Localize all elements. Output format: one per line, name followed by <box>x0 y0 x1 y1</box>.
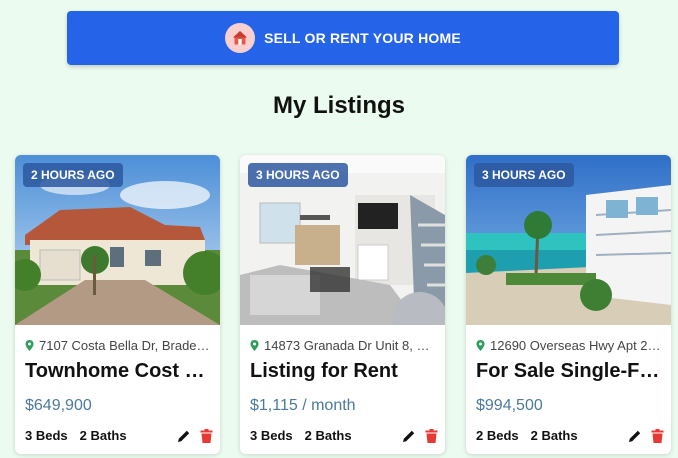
baths-count: 2 Baths <box>530 428 578 443</box>
listing-address: 7107 Costa Bella Dr, Bradenton <box>25 338 213 353</box>
time-badge: 2 HOURS AGO <box>23 163 123 187</box>
edit-button[interactable] <box>176 428 192 444</box>
house-icon <box>225 23 256 53</box>
listing-title[interactable]: For Sale Single-Family Home <box>476 360 666 383</box>
beds-count: 2 Beds <box>476 428 519 443</box>
page-title: My Listings <box>272 92 405 119</box>
trash-icon <box>651 429 663 443</box>
trash-icon <box>425 429 437 443</box>
beds-count: 3 Beds <box>25 428 68 443</box>
listing-address: 12690 Overseas Hwy Apt 2, Marathon <box>476 338 664 353</box>
baths-count: 2 Baths <box>304 428 352 443</box>
listing-card[interactable]: 3 HOURS AGO 12690 Overseas Hwy Apt 2, Ma… <box>466 155 671 454</box>
listing-features: 2 Beds 2 Baths <box>476 428 590 443</box>
listing-actions <box>170 428 214 444</box>
location-pin-icon <box>250 340 259 351</box>
sell-or-rent-button[interactable]: SELL OR RENT YOUR HOME <box>67 11 619 65</box>
delete-button[interactable] <box>423 428 439 444</box>
listing-features: 3 Beds 2 Baths <box>25 428 139 443</box>
time-badge: 3 HOURS AGO <box>248 163 348 187</box>
pencil-icon <box>403 430 415 442</box>
trash-icon <box>200 429 212 443</box>
location-pin-icon <box>25 340 34 351</box>
listing-title[interactable]: Townhome Cost Bella <box>25 360 215 383</box>
listing-features: 3 Beds 2 Baths <box>250 428 364 443</box>
listing-actions <box>621 428 665 444</box>
sell-or-rent-label: SELL OR RENT YOUR HOME <box>264 30 461 46</box>
delete-button[interactable] <box>198 428 214 444</box>
pencil-icon <box>178 430 190 442</box>
location-pin-icon <box>476 340 485 351</box>
listing-actions <box>395 428 439 444</box>
pencil-icon <box>629 430 641 442</box>
address-text: 7107 Costa Bella Dr, Bradenton <box>39 338 213 353</box>
beds-count: 3 Beds <box>250 428 293 443</box>
listing-price: $994,500 <box>476 397 543 414</box>
address-text: 14873 Granada Dr Unit 8, Naples <box>264 338 438 353</box>
listing-title[interactable]: Listing for Rent <box>250 360 440 383</box>
listing-price: $1,115 / month <box>250 397 356 414</box>
edit-button[interactable] <box>401 428 417 444</box>
time-badge: 3 HOURS AGO <box>474 163 574 187</box>
baths-count: 2 Baths <box>79 428 127 443</box>
delete-button[interactable] <box>649 428 665 444</box>
listing-card[interactable]: 3 HOURS AGO 14873 Granada Dr Unit 8, Nap… <box>240 155 445 454</box>
listing-price: $649,900 <box>25 397 92 414</box>
listing-address: 14873 Granada Dr Unit 8, Naples <box>250 338 438 353</box>
listing-card[interactable]: 2 HOURS AGO 7107 Costa Bella Dr, Bradent… <box>15 155 220 454</box>
edit-button[interactable] <box>627 428 643 444</box>
address-text: 12690 Overseas Hwy Apt 2, Marathon <box>490 338 664 353</box>
